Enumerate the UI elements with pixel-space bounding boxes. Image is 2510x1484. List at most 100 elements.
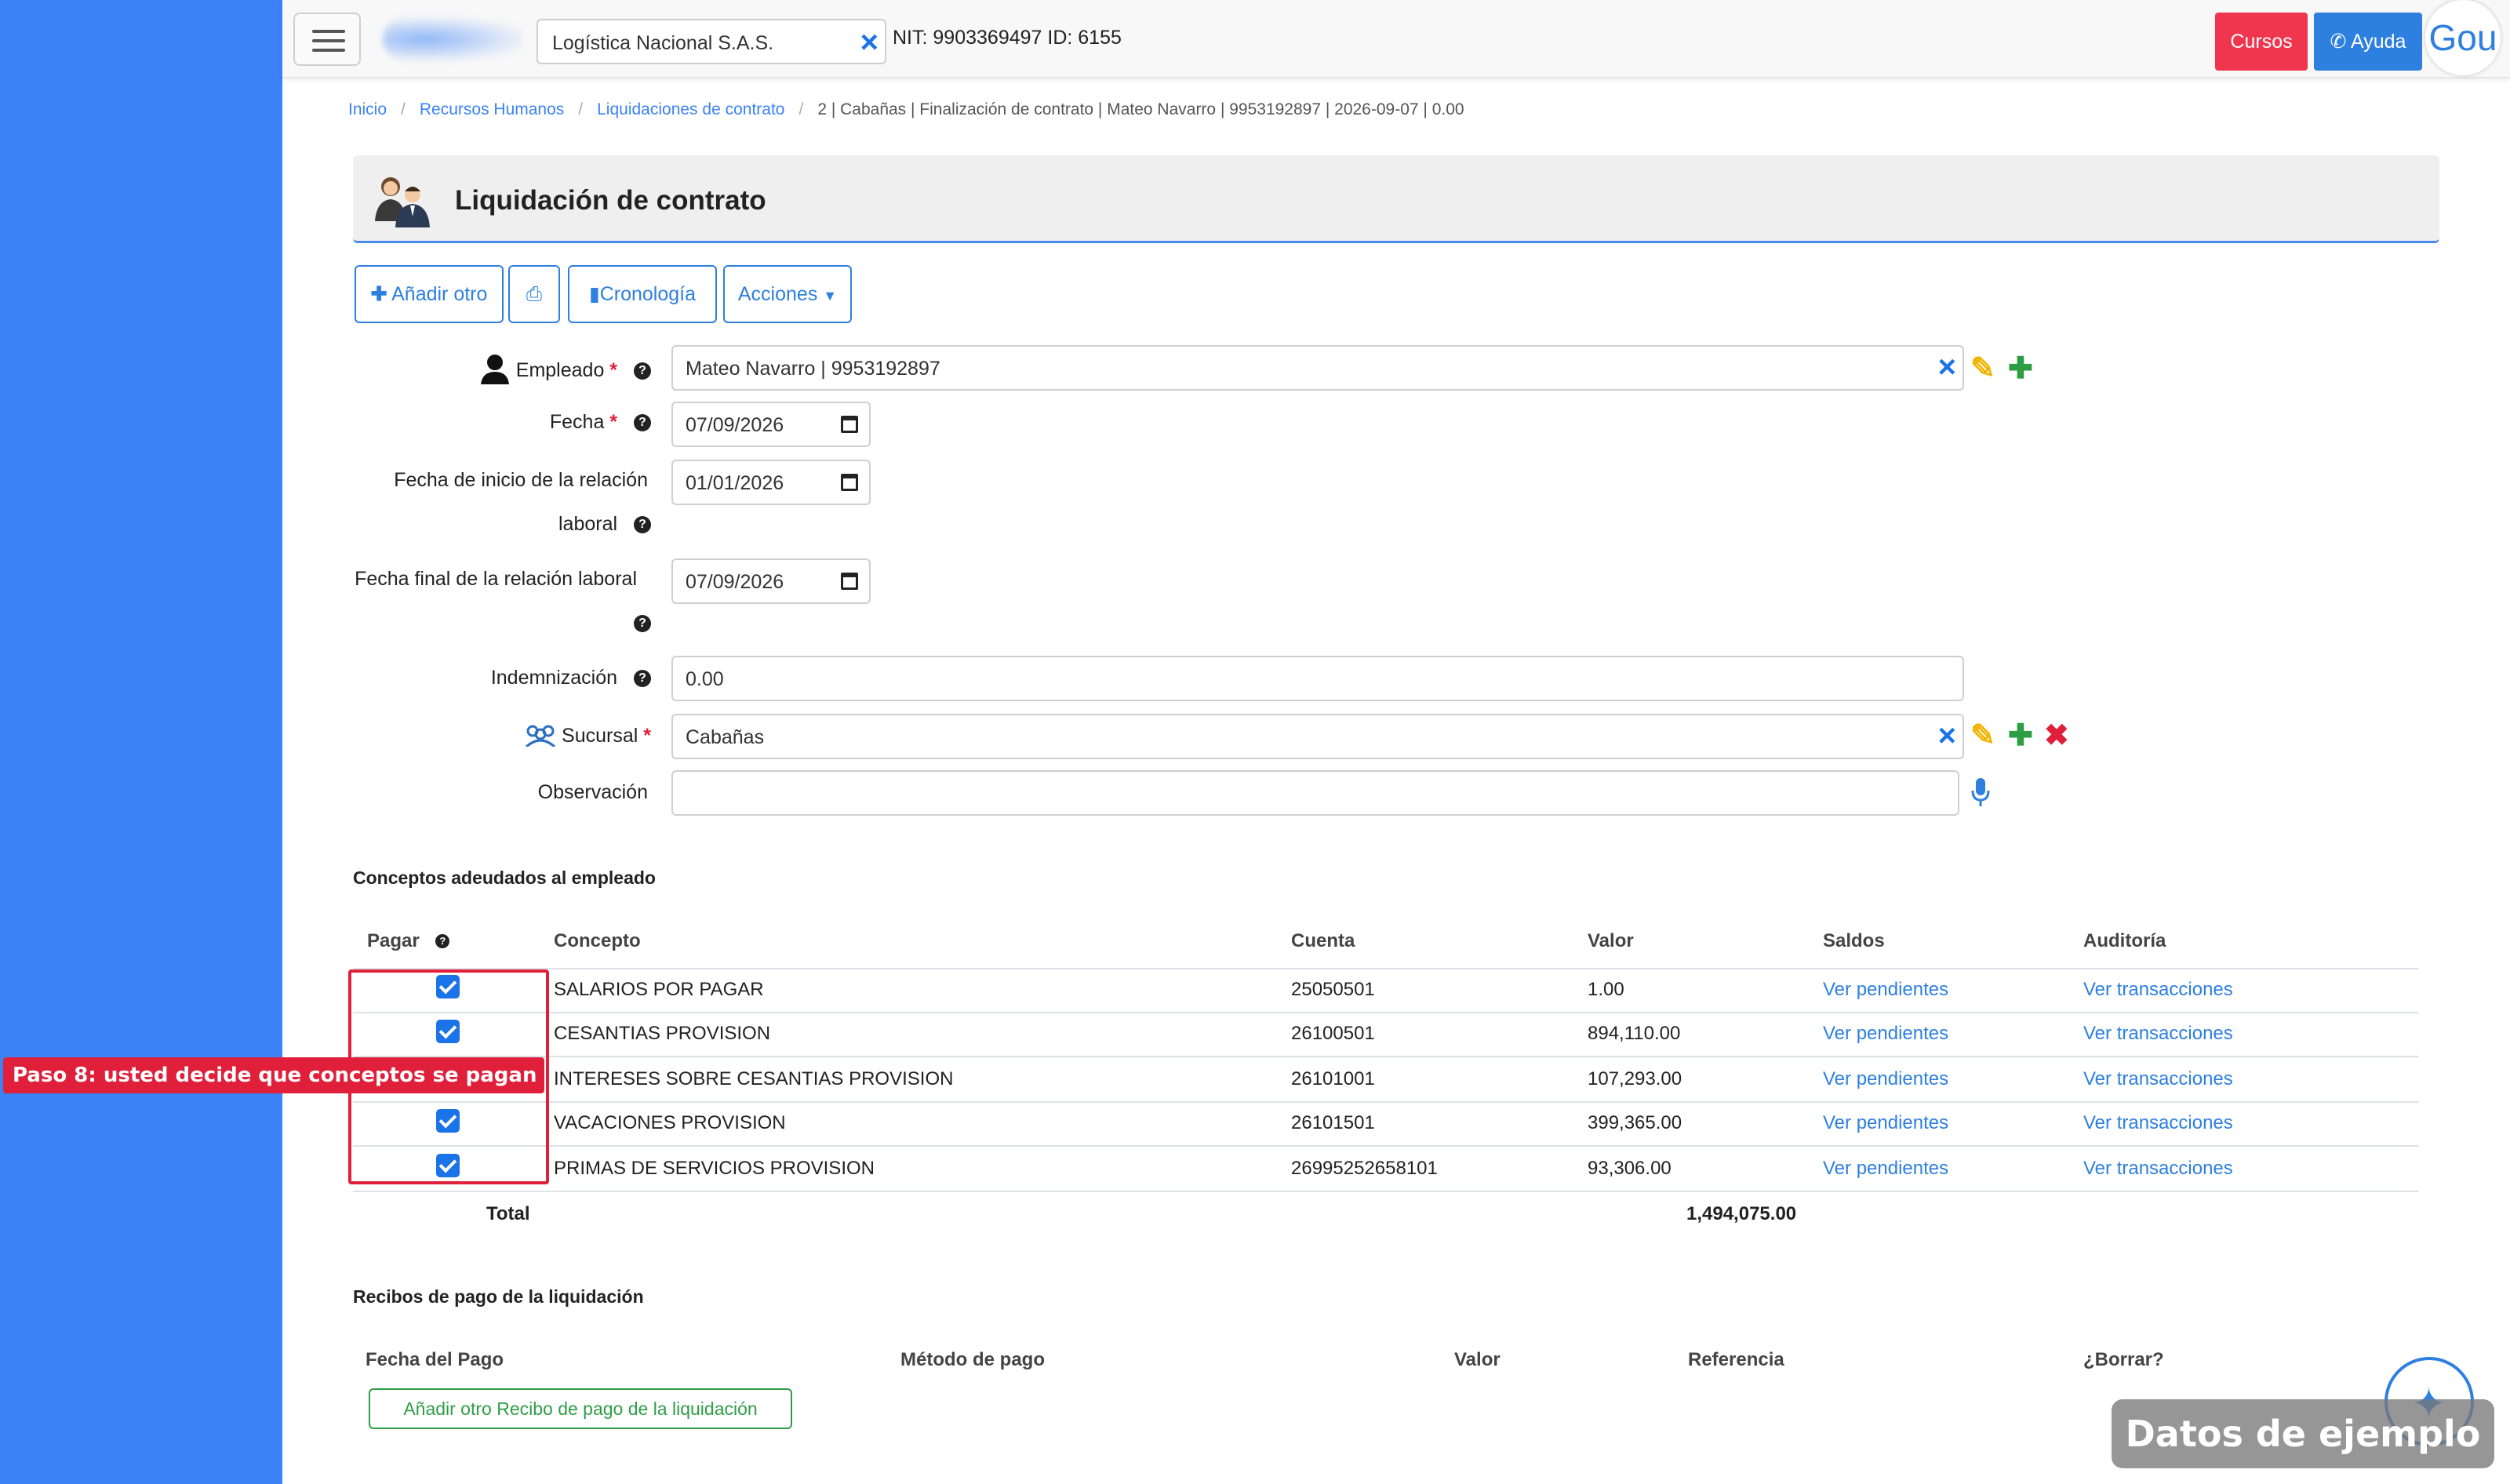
indemnizacion-label: Indemnización — [490, 667, 618, 689]
indemnizacion-input[interactable]: 0.00 — [671, 656, 1964, 701]
help-icon[interactable]: ? — [634, 615, 651, 632]
ver-pendientes-link[interactable]: Ver pendientes — [1823, 979, 1948, 1001]
table-divider — [353, 1012, 2419, 1013]
concepto-cell: CESANTIAS PROVISION — [554, 1023, 771, 1044]
conceptos-title: Conceptos adeudados al empleado — [353, 867, 656, 888]
empleado-select[interactable]: Mateo Navarro | 9953192897 × — [671, 345, 1964, 391]
cuenta-cell: 26101001 — [1291, 1068, 1375, 1089]
th-valor-recibo: Valor — [1454, 1349, 1501, 1370]
add-another-button[interactable]: ✚ Añadir otro — [355, 265, 504, 323]
page-header: Liquidación de contrato — [353, 155, 2439, 243]
fecha-inicio-input[interactable]: 01/01/2026 — [671, 460, 871, 505]
company-selector[interactable]: Logística Nacional S.A.S. × — [537, 19, 886, 64]
plus-icon: ✚ — [370, 283, 387, 305]
sidebar — [0, 0, 282, 1484]
tutorial-callout: Paso 8: usted decide que conceptos se pa… — [3, 1057, 544, 1093]
valor-cell: 1.00 — [1588, 979, 1624, 1000]
timeline-button[interactable]: ▮Cronología — [568, 265, 717, 323]
microphone-icon[interactable] — [1970, 777, 1991, 808]
ver-transacciones-link[interactable]: Ver transacciones — [2083, 1068, 2233, 1090]
fecha-inicio-label: Fecha de inicio de la relación — [394, 469, 648, 491]
user-icon — [480, 355, 509, 384]
clear-sucursal-icon[interactable]: × — [1938, 718, 1956, 754]
sucursal-select[interactable]: Cabañas × — [671, 714, 1964, 759]
breadcrumb-inicio[interactable]: Inicio — [348, 100, 387, 118]
user-avatar[interactable]: Gou — [2425, 0, 2501, 75]
calendar-icon[interactable] — [841, 416, 858, 433]
add-sucursal-icon[interactable]: ✚ — [2008, 720, 2033, 751]
company-nit: NIT: 9903369497 ID: 6155 — [893, 27, 1122, 49]
th-referencia: Referencia — [1688, 1349, 1784, 1370]
th-saldos: Saldos — [1823, 930, 1885, 951]
ver-pendientes-link[interactable]: Ver pendientes — [1823, 1023, 1948, 1045]
help-icon[interactable]: ? — [634, 670, 651, 687]
add-empleado-icon[interactable]: ✚ — [2008, 353, 2033, 384]
menu-toggle-button[interactable] — [293, 13, 361, 66]
empleado-label-row: Empleado * ? — [471, 353, 651, 384]
ayuda-label: Ayuda — [2351, 31, 2406, 53]
total-value: 1,494,075.00 — [1686, 1203, 1797, 1224]
help-icon[interactable]: ? — [634, 362, 651, 380]
ayuda-button[interactable]: ✆ Ayuda — [2314, 13, 2422, 71]
th-borrar: ¿Borrar? — [2083, 1349, 2164, 1370]
branch-icon — [526, 725, 556, 748]
fecha-final-input[interactable]: 07/09/2026 — [671, 558, 871, 604]
fecha-label-row: Fecha * ? — [471, 411, 651, 434]
breadcrumb-liquidaciones[interactable]: Liquidaciones de contrato — [597, 100, 784, 118]
table-divider — [353, 1191, 2419, 1192]
edit-sucursal-icon[interactable]: ✎ — [1970, 720, 1995, 751]
ver-pendientes-link[interactable]: Ver pendientes — [1823, 1112, 1948, 1134]
valor-cell: 399,365.00 — [1588, 1112, 1682, 1133]
valor-cell: 894,110.00 — [1588, 1023, 1681, 1044]
help-icon[interactable]: ? — [634, 414, 651, 431]
th-concepto: Concepto — [554, 930, 641, 951]
sample-data-watermark: Datos de ejemplo — [2112, 1399, 2494, 1468]
sucursal-value: Cabañas — [686, 726, 765, 748]
indemnizacion-value: 0.00 — [686, 668, 724, 690]
valor-cell: 93,306.00 — [1588, 1158, 1672, 1179]
fecha-inicio-label-2: laboral — [558, 513, 618, 535]
fecha-inicio-value: 01/01/2026 — [686, 472, 784, 494]
help-icon[interactable]: ? — [435, 934, 450, 948]
add-receipt-button[interactable]: Añadir otro Recibo de pago de la liquida… — [369, 1388, 792, 1429]
employees-icon — [375, 177, 430, 227]
indemnizacion-label-row: Indemnización ? — [471, 667, 651, 689]
th-fecha-pago: Fecha del Pago — [366, 1349, 504, 1370]
calendar-icon[interactable] — [841, 474, 858, 491]
fecha-label: Fecha — [549, 411, 605, 433]
book-icon: ▮ — [588, 283, 600, 305]
fecha-input[interactable]: 07/09/2026 — [671, 402, 871, 447]
valor-cell: 107,293.00 — [1588, 1068, 1682, 1089]
clear-empleado-icon[interactable]: × — [1938, 350, 1956, 385]
delete-sucursal-icon[interactable]: ✖ — [2044, 720, 2069, 751]
caret-down-icon: ▼ — [823, 288, 838, 304]
cursos-button[interactable]: Cursos — [2215, 13, 2308, 71]
clear-company-icon[interactable]: × — [860, 25, 878, 60]
ver-transacciones-link[interactable]: Ver transacciones — [2083, 1112, 2233, 1134]
th-cuenta: Cuenta — [1291, 930, 1355, 951]
cuenta-cell: 25050501 — [1291, 979, 1375, 1000]
table-divider — [353, 1056, 2419, 1057]
breadcrumb: Inicio / Recursos Humanos / Liquidaciones de… — [348, 100, 1464, 118]
observacion-input[interactable] — [671, 770, 1959, 816]
concepto-cell: PRIMAS DE SERVICIOS PROVISION — [554, 1158, 875, 1179]
calendar-icon[interactable] — [841, 573, 858, 590]
observacion-label: Observación — [537, 781, 648, 803]
print-icon: ⎙ — [526, 283, 542, 305]
ver-transacciones-link[interactable]: Ver transacciones — [2083, 1158, 2233, 1180]
breadcrumb-recursos-humanos[interactable]: Recursos Humanos — [420, 100, 564, 118]
help-icon[interactable]: ? — [634, 516, 651, 533]
add-another-label: Añadir otro — [391, 283, 488, 305]
fecha-value: 07/09/2026 — [686, 414, 784, 436]
fecha-final-value: 07/09/2026 — [686, 571, 784, 593]
ver-transacciones-link[interactable]: Ver transacciones — [2083, 1023, 2233, 1045]
breadcrumb-current: 2 | Cabañas | Finalización de contrato |… — [817, 100, 1464, 118]
th-auditoria: Auditoría — [2083, 930, 2166, 951]
edit-empleado-icon[interactable]: ✎ — [1970, 353, 1995, 384]
ver-transacciones-link[interactable]: Ver transacciones — [2083, 979, 2233, 1001]
actions-dropdown[interactable]: Acciones ▼ — [723, 265, 852, 323]
ver-pendientes-link[interactable]: Ver pendientes — [1823, 1158, 1948, 1180]
actions-label: Acciones — [737, 283, 818, 305]
print-button[interactable]: ⎙ — [508, 265, 560, 323]
ver-pendientes-link[interactable]: Ver pendientes — [1823, 1068, 1948, 1090]
